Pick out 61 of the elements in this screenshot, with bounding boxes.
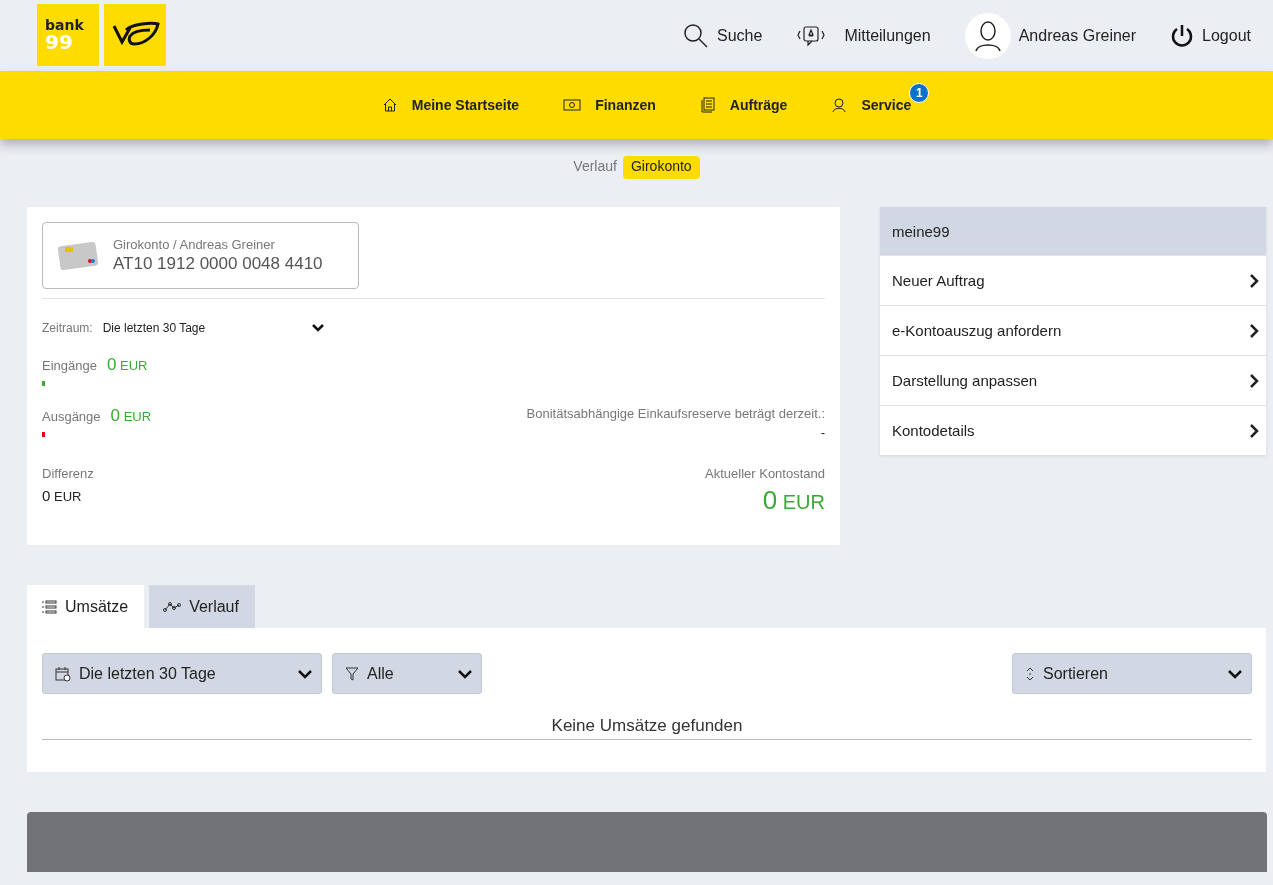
empty-message: Keine Umsätze gefunden [42,694,1252,740]
filter-dropdown[interactable]: Alle [332,653,482,694]
chevron-down-icon [457,668,473,679]
breadcrumb-link[interactable]: Girokonto [622,156,700,179]
chevron-down-icon [1227,668,1243,679]
period-label: Zeitraum: [42,321,93,335]
bank-logo[interactable]: bank 99 [37,4,99,66]
house-icon [381,97,398,113]
nav-link[interactable]: Finanzen [563,97,656,113]
person-icon [831,97,848,113]
notification-badge: 1 [909,83,930,103]
power-icon [1170,23,1195,48]
sort-dropdown[interactable]: Sortieren [1012,653,1252,694]
side-menu-title: meine99 [880,207,1266,255]
list-icon [41,599,57,614]
difference-label: Differenz [42,466,94,481]
calendar-icon [55,665,71,682]
line-chart-icon [163,600,182,613]
account-iban: AT10 1912 0000 0048 4410 [113,254,323,274]
reserve-value: - [820,425,825,440]
chevron-right-icon [1249,372,1259,389]
messages-link[interactable]: Mitteilungen [796,24,931,47]
bell-bubble-icon [796,24,827,47]
side-menu-item[interactable]: Kontodetails [880,405,1266,455]
side-menu-item[interactable]: Neuer Auftrag [880,255,1266,305]
funnel-icon [345,665,359,682]
bank-card-icon [57,240,99,271]
avatar-icon [964,12,1011,59]
search-icon [683,22,709,49]
user-link[interactable]: Andreas Greiner [964,12,1137,59]
flow-amount: 0 EUR [110,406,152,426]
reserve-label: Bonitätsabhängige Einkaufsreserve beträgt derzeit.: [526,406,825,421]
chevron-down-icon [297,668,313,679]
tab[interactable]: Verlauf [149,585,255,628]
flow-label: Ausgänge [42,408,101,424]
nav-link[interactable]: Service 1 [831,83,930,113]
nav-link[interactable]: Meine Startseite [381,97,520,113]
nav-link[interactable]: Aufträge [699,97,788,113]
period-dropdown[interactable]: Die letzten 30 Tage [102,321,325,335]
logout-link[interactable]: Logout [1170,23,1251,48]
side-menu-item[interactable]: e-Kontoauszug anfordern [880,305,1266,355]
tab[interactable]: Umsätze [27,585,145,628]
sort-icon [1025,665,1035,682]
chevron-down-icon [310,323,325,333]
difference-amount: 0 EUR [42,487,83,504]
search-link[interactable]: Suche [683,22,763,49]
breadcrumb-link[interactable]: Verlauf [573,156,617,179]
flow-amount: 0 EUR [106,355,148,375]
side-menu-item[interactable]: Darstellung anpassen [880,355,1266,405]
post-horn-logo [104,4,166,66]
account-selector[interactable]: Girokonto / Andreas Greiner AT10 1912 0000 0048 4410 [42,222,359,289]
flow-label: Eingänge [42,357,97,373]
balance-amount: 0 EUR [762,485,825,516]
balance-label: Aktueller Kontostand [705,466,825,481]
chevron-right-icon [1249,322,1259,339]
account-owner: Girokonto / Andreas Greiner [113,237,276,252]
banknote-icon [563,98,582,112]
calendar-dropdown[interactable]: Die letzten 30 Tage [42,653,322,694]
documents-icon [699,97,716,113]
chevron-right-icon [1249,272,1259,289]
chevron-right-icon [1249,422,1259,439]
